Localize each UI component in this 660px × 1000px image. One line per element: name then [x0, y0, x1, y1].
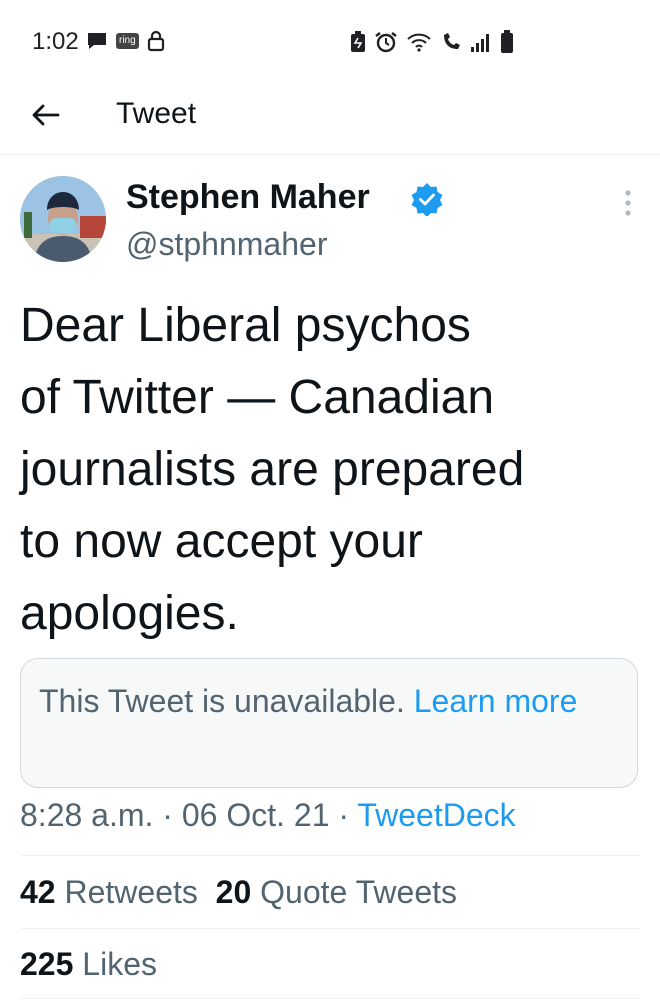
retweets-stat[interactable]: 42 Retweets: [20, 874, 198, 910]
tweet-time[interactable]: 8:28 a.m.: [20, 797, 153, 833]
tweet-text-line: journalists are prepared: [20, 443, 525, 496]
signal-icon: [471, 34, 489, 52]
header: Tweet: [0, 82, 660, 155]
likes-stats: 225 Likes: [20, 942, 157, 986]
wifi-calling-icon: [444, 33, 460, 49]
likes-stat[interactable]: 225 Likes: [20, 946, 157, 982]
status-right-icons: [350, 30, 514, 54]
status-time: 1:02: [32, 28, 79, 55]
unavailable-quote-card: This Tweet is unavailable. Learn more: [20, 658, 638, 788]
quotes-label: Quote Tweets: [260, 874, 457, 910]
separator: ·: [162, 797, 173, 833]
author-name[interactable]: Stephen Maher: [126, 178, 370, 217]
tweet-text-line: Dear Liberal psychos: [20, 299, 471, 352]
tweet-meta: 8:28 a.m. · 06 Oct. 21 · TweetDeck: [20, 793, 516, 837]
back-arrow-icon[interactable]: [28, 97, 64, 133]
tweet-text-line: to now accept your: [20, 515, 423, 568]
alarm-icon: [375, 32, 397, 53]
ring-app-icon: ring: [116, 33, 139, 49]
learn-more-link[interactable]: Learn more: [414, 683, 578, 719]
battery-icon: [501, 30, 513, 53]
page-title: Tweet: [116, 97, 197, 130]
tweet-text: Dear Liberal psychos of Twitter — Canadi…: [20, 290, 630, 650]
status-bar: 1:02 ring: [0, 0, 660, 82]
divider: [20, 928, 640, 929]
lock-icon: [147, 30, 164, 52]
quotes-count: 20: [215, 874, 252, 910]
retweet-stats: 42 Retweets 20 Quote Tweets: [20, 870, 457, 914]
tweet-date[interactable]: 06 Oct. 21: [182, 797, 330, 833]
author-handle[interactable]: @stphnmaher: [126, 226, 327, 263]
tweet-text-line: of Twitter — Canadian: [20, 371, 495, 424]
battery-saver-icon: [351, 31, 365, 52]
separator: ·: [338, 797, 350, 833]
avatar[interactable]: [20, 176, 106, 262]
tweet-source-link[interactable]: TweetDeck: [357, 797, 515, 833]
retweets-count: 42: [20, 874, 56, 910]
likes-count: 225: [20, 946, 74, 982]
quote-tweets-stat[interactable]: 20 Quote Tweets: [216, 874, 457, 910]
avatar-photo: [20, 176, 106, 262]
tweet-text-line: apologies.: [20, 587, 239, 640]
more-options-icon[interactable]: [614, 186, 642, 220]
likes-label: Likes: [82, 946, 157, 982]
retweets-label: Retweets: [64, 874, 198, 910]
message-icon: [88, 33, 106, 49]
verified-badge-icon: [411, 183, 443, 216]
unavailable-message: This Tweet is unavailable.: [39, 683, 405, 719]
divider: [20, 998, 640, 999]
status-left-icons: ring: [86, 30, 165, 52]
divider: [20, 855, 640, 856]
wifi-icon: [407, 33, 431, 52]
